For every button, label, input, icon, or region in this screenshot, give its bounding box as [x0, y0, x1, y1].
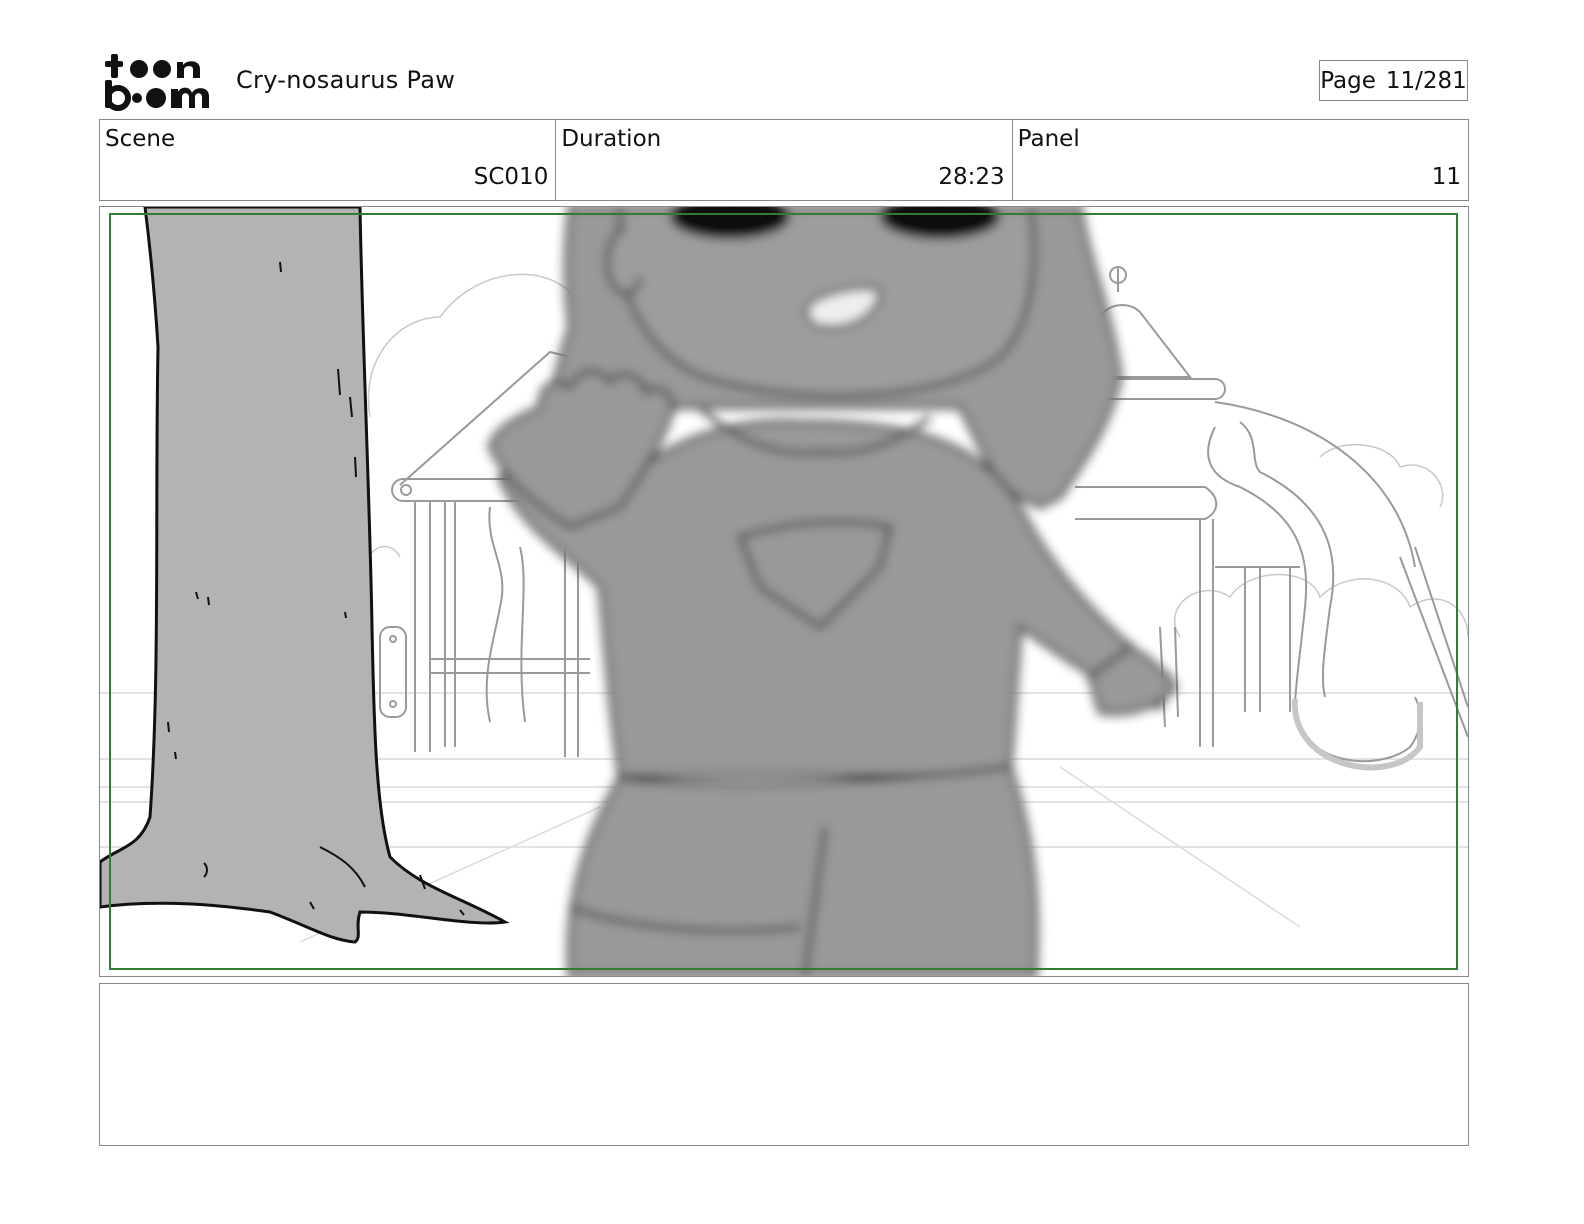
toon-boom-logo [105, 54, 209, 111]
page-value: 11/281 [1385, 67, 1467, 94]
scene-label: Scene [105, 126, 176, 152]
panel-label: Panel [1017, 126, 1080, 152]
slide [1207, 421, 1468, 771]
character [487, 207, 1178, 976]
scene-value: SC010 [473, 164, 549, 190]
duration-label: Duration [561, 126, 662, 152]
duration-cell: Duration 28:23 [556, 120, 1013, 200]
panel-cell: Panel 11 [1013, 120, 1468, 200]
page-indicator: Page 11/281 [1319, 60, 1468, 101]
scene-info-table: Scene SC010 Duration 28:23 Panel 11 [99, 119, 1469, 201]
scene-cell: Scene SC010 [100, 120, 557, 200]
page-label: Page [1320, 67, 1376, 94]
panel-drawing [100, 207, 1468, 976]
storyboard-panel [99, 206, 1469, 977]
panel-value: 11 [1431, 164, 1461, 190]
panel-notes [99, 983, 1469, 1146]
project-title: Cry-nosaurus Paw [236, 66, 456, 94]
duration-value: 28:23 [938, 164, 1005, 190]
